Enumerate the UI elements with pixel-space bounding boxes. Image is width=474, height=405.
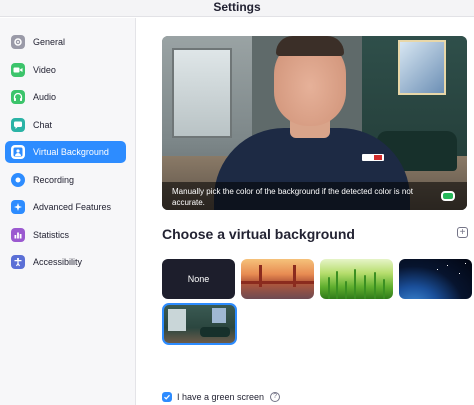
person-hair [276,36,344,56]
star [459,273,460,274]
person-background-icon [11,145,25,159]
headphones-icon [11,90,25,104]
background-thumb-living-room[interactable] [162,303,237,345]
camera-preview: Manually pick the color of the backgroun… [162,36,467,210]
grass-blade [354,269,356,299]
star [437,269,438,270]
grass-blade [336,271,338,299]
window-title: Settings [213,0,261,14]
preview-picture-frame [398,40,446,95]
title-bar: Settings [0,0,474,17]
settings-sidebar: General Video Audio Chat Virtual Backgro… [0,18,136,405]
preview-window [172,48,232,138]
sidebar-item-label: Virtual Background [33,147,109,157]
sidebar-item-label: Advanced Features [33,202,112,212]
background-thumb-earth-from-space[interactable] [399,259,472,299]
plus-icon[interactable]: + [457,227,468,238]
color-picker-swatch[interactable] [441,191,455,201]
sidebar-item-virtual-background[interactable]: Virtual Background [5,141,126,163]
grass-blade [374,272,376,299]
sidebar-item-label: Recording [33,175,75,185]
room-sofa [200,327,230,337]
question-icon[interactable]: ? [270,392,281,402]
green-screen-row: I have a green screen ? [162,391,281,403]
sidebar-item-label: Audio [33,92,57,102]
sidebar-item-statistics[interactable]: Statistics [5,224,126,246]
preview-caption-bar: Manually pick the color of the backgroun… [162,182,467,210]
sidebar-item-label: Chat [33,120,53,130]
statistics-icon [11,228,25,242]
sidebar-item-recording[interactable]: Recording [5,169,126,191]
room-window [168,309,186,331]
sidebar-item-label: Accessibility [33,257,83,267]
shirt-logo [362,154,384,161]
checkmark-icon [164,394,170,400]
star [447,265,448,266]
none-label: None [187,274,210,284]
grass-blade [345,281,347,299]
room-picture-frame [212,308,226,323]
green-screen-checkbox[interactable] [162,392,172,402]
sidebar-item-general[interactable]: General [5,31,126,53]
sidebar-item-chat[interactable]: Chat [5,114,126,136]
sidebar-item-label: General [33,37,66,47]
background-thumb-grass[interactable] [320,259,393,299]
sidebar-item-audio[interactable]: Audio [5,86,126,108]
green-screen-label: I have a green screen [177,392,265,402]
video-camera-icon [11,63,25,77]
bridge-deck [241,281,314,284]
sidebar-item-accessibility[interactable]: Accessibility [5,251,126,273]
virtual-background-panel: Manually pick the color of the backgroun… [137,18,474,405]
sidebar-item-video[interactable]: Video [5,59,126,81]
bridge-tower [293,265,296,287]
sidebar-item-label: Statistics [33,230,70,240]
star [465,263,466,264]
gear-icon [11,35,25,49]
bridge-tower [259,265,262,287]
record-icon [11,173,25,187]
grass-blade [328,277,330,299]
background-thumb-none[interactable]: None [162,259,235,299]
background-thumb-golden-gate-bridge[interactable] [241,259,314,299]
grass-blade [383,279,385,299]
chat-bubble-icon [11,118,25,132]
preview-caption: Manually pick the color of the backgroun… [172,187,414,207]
choose-background-heading: Choose a virtual background [162,226,355,242]
accessibility-icon [11,255,25,269]
grass-blade [364,275,366,299]
sidebar-item-label: Video [33,65,56,75]
advanced-features-icon [11,200,25,214]
sidebar-item-advanced-features[interactable]: Advanced Features [5,196,126,218]
